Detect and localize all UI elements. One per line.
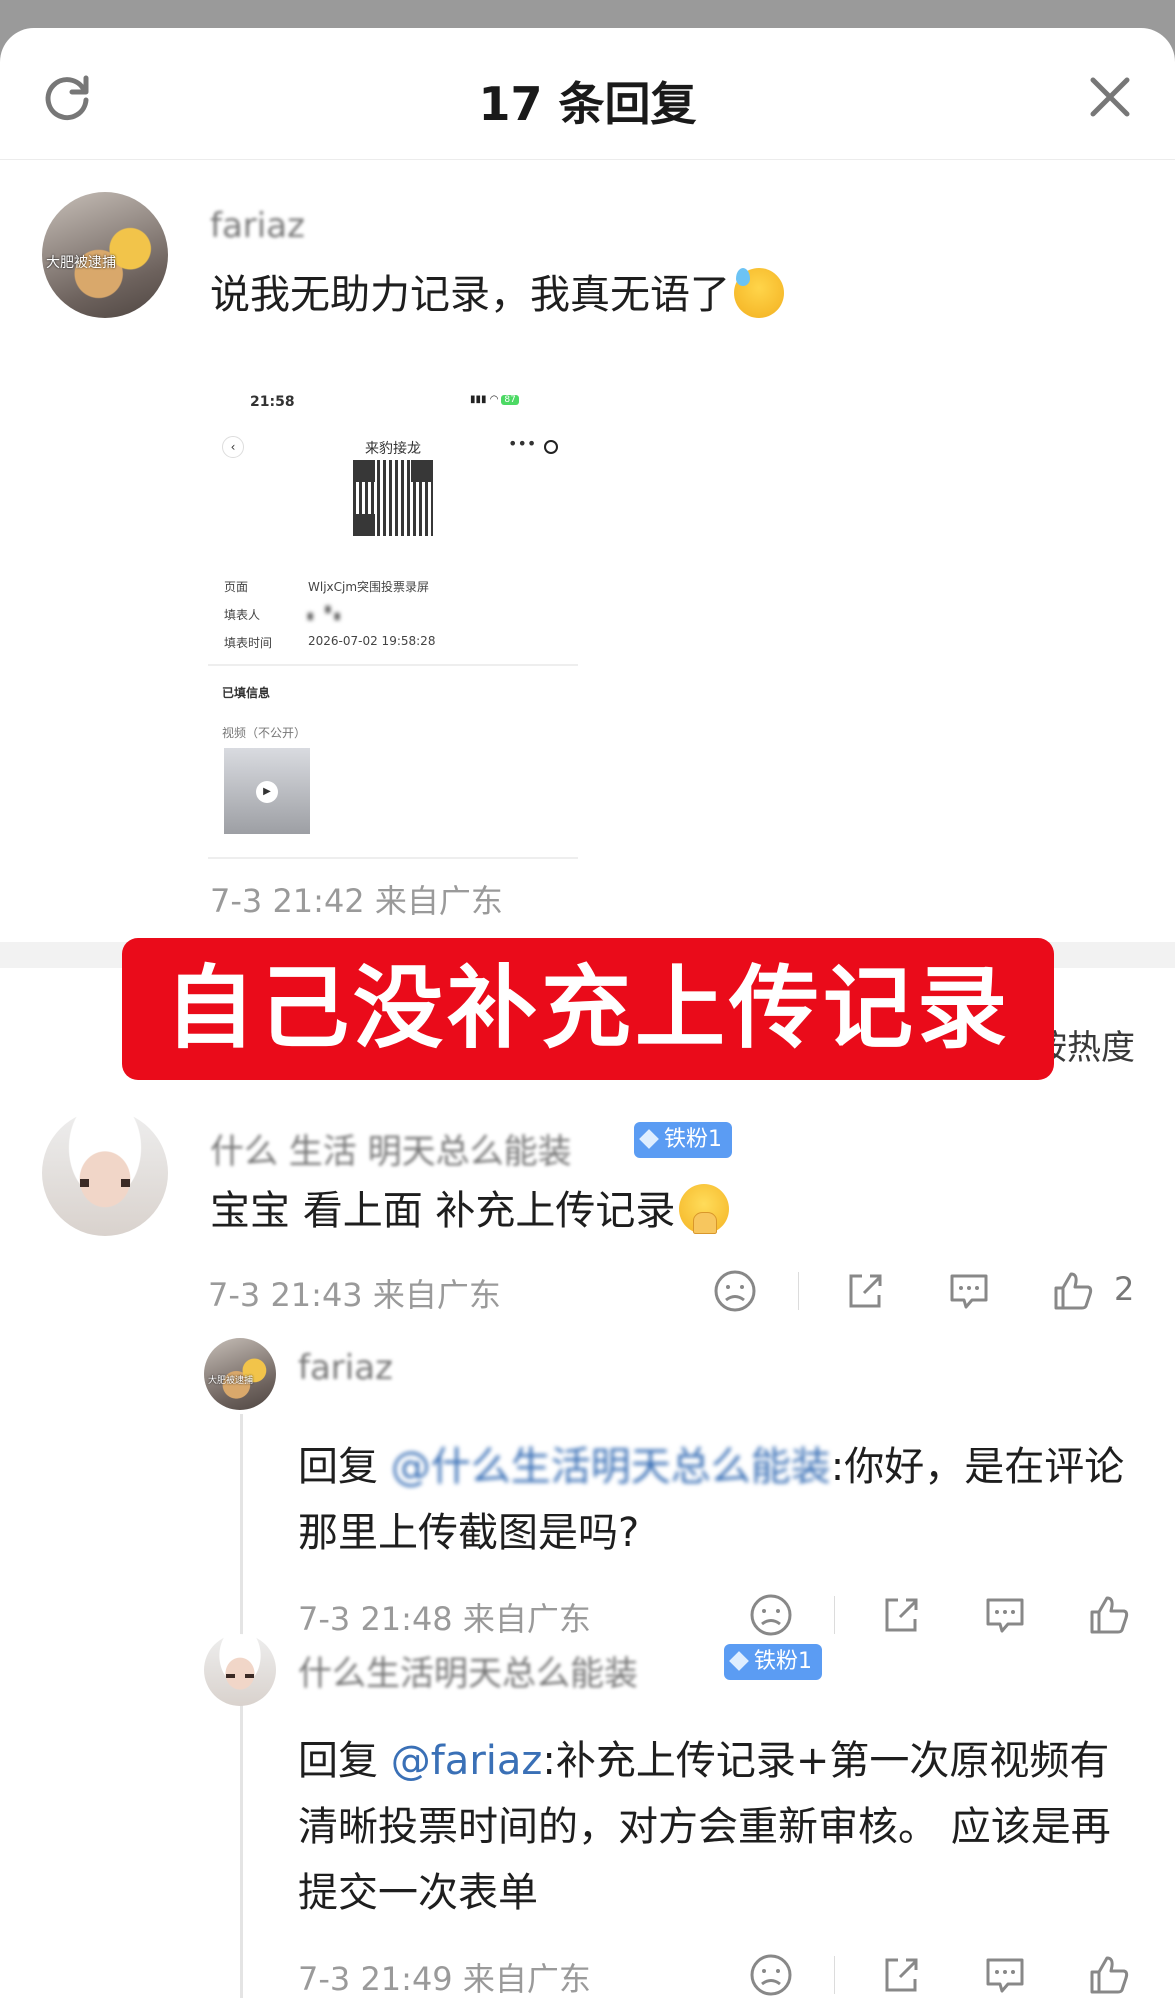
- thumbs-up-icon[interactable]: [1086, 1592, 1132, 1638]
- play-icon: ▶: [256, 781, 278, 803]
- row-label: 填表时间: [224, 636, 273, 650]
- reply-actions: 2: [0, 1268, 1175, 1318]
- reply-prefix: 回复: [298, 1738, 391, 1784]
- comment-icon[interactable]: [982, 1592, 1028, 1638]
- row-value: 2026-07-02 19:58:28: [308, 634, 436, 648]
- sad-face-icon[interactable]: [748, 1592, 794, 1638]
- row-value: WljxCjm突围投票录屏: [308, 580, 430, 594]
- reply-text: 宝宝 看上面 补充上传记录: [210, 1178, 1110, 1244]
- avatar-tag: 大肥被逮捕: [208, 1375, 254, 1386]
- comment-meta: 7-3 21:42 来自广东: [210, 882, 503, 920]
- avatar[interactable]: [204, 1634, 276, 1706]
- reply-text: 回复 @fariaz:补充上传记录+第一次原视频有清晰投票时间的，对方会重新审核…: [298, 1728, 1138, 1926]
- avatar[interactable]: 大肥被逮捕: [204, 1338, 276, 1410]
- reply-actions: [0, 1592, 1175, 1642]
- share-icon[interactable]: [878, 1952, 924, 1998]
- reply-username[interactable]: 什么生活明天总么能装: [298, 1646, 638, 1695]
- row-value: ▖ ▝▗: [308, 606, 340, 620]
- avatar-face: [225, 1673, 255, 1678]
- mention-link[interactable]: @fariaz: [391, 1738, 543, 1784]
- battery-badge: 87: [501, 395, 519, 405]
- comment-icon[interactable]: [982, 1952, 1028, 1998]
- reply-prefix: 回复: [298, 1444, 391, 1490]
- overlay-banner: 自己没补充上传记录: [122, 938, 1054, 1080]
- reply-username[interactable]: 什么 生活 明天总么能装: [210, 1124, 572, 1173]
- fan-badge: 铁粉1: [634, 1122, 732, 1158]
- status-time: 21:58: [250, 394, 295, 410]
- reply-actions: [0, 1952, 1175, 1998]
- fan-badge: 铁粉1: [724, 1644, 822, 1680]
- avatar[interactable]: [42, 1110, 168, 1236]
- fan-badge-label: 铁粉1: [754, 1649, 812, 1674]
- divider: [208, 664, 578, 666]
- mention-link[interactable]: @什么生活明天总么能装: [391, 1444, 831, 1490]
- reply-text-body: 宝宝 看上面 补充上传记录: [210, 1188, 676, 1234]
- avatar[interactable]: 大肥被逮捕: [42, 192, 168, 318]
- sweat-emoji-icon: [734, 268, 784, 318]
- replies-sheet: 17 条回复 大肥被逮捕 fariaz 说我无助力记录，我真无语了 21:58 …: [0, 28, 1175, 1998]
- sad-face-icon[interactable]: [712, 1268, 758, 1314]
- comment-username[interactable]: fariaz: [210, 206, 305, 246]
- qr-code-icon: [353, 460, 433, 536]
- record-icon: [544, 440, 558, 454]
- sad-face-icon[interactable]: [748, 1952, 794, 1998]
- action-separator: [834, 1956, 835, 1994]
- avatar-tag: 大肥被逮捕: [46, 255, 116, 272]
- comment-text-body: 说我无助力记录，我真无语了: [210, 272, 730, 318]
- thread-line: [240, 1414, 243, 1998]
- reply-username[interactable]: fariaz: [298, 1348, 393, 1388]
- row-label: 填表人: [224, 608, 261, 622]
- sheet-header: 17 条回复: [0, 28, 1175, 160]
- action-separator: [834, 1596, 835, 1634]
- status-icons: ▮▮▮ ◠ 87: [470, 394, 519, 405]
- avatar-face: [79, 1179, 131, 1187]
- like-count: 2: [1114, 1270, 1135, 1308]
- fan-badge-label: 铁粉1: [664, 1127, 722, 1152]
- action-separator: [798, 1272, 799, 1310]
- more-icon: •••: [508, 434, 537, 453]
- reply-text: 回复 @什么生活明天总么能装:你好，是在评论那里上传截图是吗?: [298, 1434, 1138, 1566]
- share-icon[interactable]: [842, 1268, 888, 1314]
- share-icon[interactable]: [878, 1592, 924, 1638]
- comment-icon[interactable]: [946, 1268, 992, 1314]
- thumbs-up-icon[interactable]: [1086, 1952, 1132, 1998]
- section-subtitle: 视频（不公开）: [222, 726, 307, 740]
- pleading-emoji-icon: [679, 1184, 730, 1234]
- close-icon[interactable]: [1083, 70, 1137, 124]
- video-thumbnail: ▶: [224, 748, 310, 834]
- comment-text: 说我无助力记录，我真无语了: [210, 262, 1110, 328]
- section-title: 已填信息: [222, 686, 271, 700]
- thumbs-up-icon[interactable]: [1050, 1268, 1096, 1314]
- sheet-title: 17 条回复: [478, 77, 697, 131]
- attached-screenshot[interactable]: 21:58 ▮▮▮ ◠ 87 ‹ 来豹接龙 ••• 页面 WljxCjm突围投票录…: [208, 354, 578, 859]
- row-label: 页面: [224, 580, 249, 594]
